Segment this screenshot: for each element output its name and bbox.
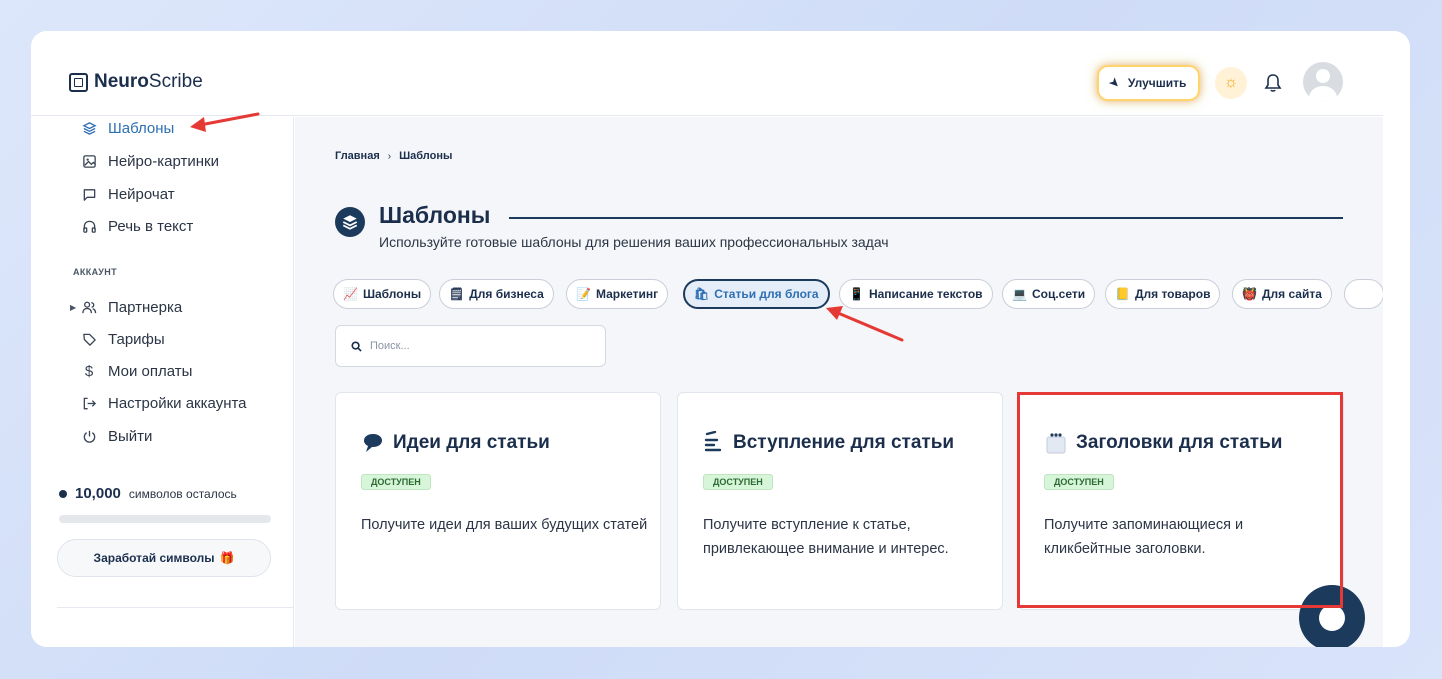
chip-more[interactable]: [1344, 279, 1383, 309]
chip-label: Для сайта: [1261, 287, 1322, 301]
sidebar-item-label: Настройки аккаунта: [108, 394, 247, 412]
sidebar-item-logout[interactable]: Выйти: [81, 425, 152, 447]
text-lines-icon: [704, 431, 722, 452]
chip-label: Для бизнеса: [469, 287, 544, 301]
earn-symbols-button[interactable]: Заработай символы 🎁: [57, 539, 271, 577]
earn-symbols-label: Заработай символы: [93, 551, 215, 565]
chat-icon: [81, 186, 97, 202]
users-icon: [81, 299, 97, 315]
chart-icon: 📈: [343, 287, 358, 301]
chip-label: Соц.сети: [1031, 287, 1086, 301]
shopping-bags-icon: 🛍: [694, 287, 710, 301]
gift-icon: 🎁: [219, 551, 235, 565]
credits-label: символов осталось: [128, 486, 237, 501]
sidebar-item-label: Шаблоны: [108, 119, 175, 137]
sidebar-item-label: Нейро-картинки: [108, 152, 219, 170]
sidebar-item-neuro-chat[interactable]: Нейрочат: [81, 183, 175, 205]
status-badge: ДОСТУПЕН: [703, 474, 773, 490]
sidebar-item-label: Мои оплаты: [108, 362, 193, 380]
laptop-icon: 💻: [1012, 287, 1027, 301]
notifications-button[interactable]: [1259, 69, 1287, 97]
template-card-article-intro[interactable]: Вступление для статьи ДОСТУПЕН Получите …: [677, 392, 1003, 610]
layers-icon: [335, 207, 365, 237]
annotation-highlight-box: [1017, 392, 1343, 608]
breadcrumb-current: Шаблоны: [399, 150, 453, 162]
sidebar-item-payments[interactable]: $ Мои оплаты: [81, 360, 193, 382]
notepad-icon: 🗒: [449, 287, 465, 301]
logout-icon: [81, 395, 97, 411]
layers-icon: [81, 120, 97, 136]
power-icon: [81, 428, 97, 444]
search-box[interactable]: [335, 325, 606, 367]
chip-label: Для товаров: [1134, 287, 1211, 301]
chip-social[interactable]: 💻 Соц.сети: [1002, 279, 1096, 309]
sidebar-item-neuro-images[interactable]: Нейро-картинки: [81, 150, 219, 172]
chip-marketing[interactable]: 📝 Маркетинг: [566, 279, 669, 309]
top-header: NeuroScribe ➤ Улучшить ☼: [31, 31, 1383, 116]
brand-logo[interactable]: NeuroScribe: [69, 71, 203, 93]
headphones-icon: [81, 218, 97, 234]
status-badge: ДОСТУПЕН: [361, 474, 431, 490]
search-input[interactable]: [370, 340, 590, 352]
sun-icon: ☼: [1223, 74, 1239, 91]
logo-icon: [69, 72, 88, 92]
brand-name: NeuroScribe: [94, 71, 203, 92]
upgrade-button[interactable]: ➤ Улучшить: [1099, 67, 1199, 99]
sidebar-item-label: Партнерка: [108, 298, 183, 316]
sidebar-item-tariffs[interactable]: Тарифы: [81, 328, 165, 350]
card-title: Вступление для статьи: [703, 431, 954, 455]
breadcrumb: Главная › Шаблоны: [335, 150, 452, 162]
ledger-icon: 📒: [1115, 287, 1130, 301]
chip-label: Написание текстов: [868, 287, 983, 301]
credits-progress-bar: [59, 515, 271, 523]
speech-bubble-icon: [364, 434, 382, 452]
sidebar: Шаблоны Нейро-картинки Нейрочат Речь в т…: [31, 117, 294, 647]
memo-icon: 📝: [576, 287, 591, 301]
card-description: Получите идеи для ваших будущих статей: [361, 517, 648, 533]
sidebar-item-speech-to-text[interactable]: Речь в текст: [81, 215, 193, 237]
breadcrumb-home[interactable]: Главная: [335, 150, 380, 162]
page-subtitle: Используйте готовые шаблоны для решения …: [379, 234, 889, 250]
sidebar-item-label: Выйти: [108, 427, 153, 445]
template-card-article-ideas[interactable]: Идеи для статьи ДОСТУПЕН Получите идеи д…: [335, 392, 661, 610]
chip-label: Маркетинг: [595, 287, 659, 301]
bell-icon: [1264, 74, 1282, 92]
credits-dot: [59, 489, 67, 498]
chip-templates[interactable]: 📈 Шаблоны: [333, 279, 432, 309]
sidebar-item-partners[interactable]: Партнерка: [81, 296, 182, 318]
sidebar-item-label: Речь в текст: [108, 217, 194, 235]
sidebar-divider: [57, 607, 294, 608]
theme-toggle-button[interactable]: ☼: [1215, 67, 1247, 99]
rocket-icon: ➤: [1105, 73, 1124, 92]
chip-text-writing[interactable]: 📱 Написание текстов: [839, 279, 993, 309]
title-divider: [509, 217, 1343, 219]
tag-icon: [81, 331, 97, 347]
page-title: Шаблоны: [379, 202, 491, 228]
sidebar-item-label: Тарифы: [108, 330, 165, 348]
chip-website[interactable]: 👹 Для сайта: [1232, 279, 1332, 309]
category-chips: 📈 Шаблоны 🗒 Для бизнеса 📝 Маркетинг 🛍 Ст…: [333, 279, 1383, 311]
phone-icon: 📱: [849, 287, 864, 301]
user-avatar[interactable]: [1303, 62, 1343, 102]
search-icon: [351, 340, 362, 352]
credits-remaining: 10,000 символов осталось: [59, 485, 237, 502]
image-icon: [81, 153, 97, 169]
card-description: Получите вступление к статье, привлекающ…: [703, 517, 949, 557]
chevron-right-icon: ›: [387, 150, 392, 162]
sidebar-item-templates[interactable]: Шаблоны: [81, 117, 174, 139]
credits-amount: 10,000: [75, 485, 121, 502]
dollar-icon: $: [84, 362, 94, 380]
chip-label: Шаблоны: [362, 287, 422, 301]
upgrade-label: Улучшить: [1127, 76, 1187, 90]
sidebar-item-label: Нейрочат: [108, 185, 175, 203]
chip-blog-articles[interactable]: 🛍 Статьи для блога: [683, 279, 830, 309]
ogre-icon: 👹: [1242, 287, 1257, 301]
chip-business[interactable]: 🗒 Для бизнеса: [439, 279, 554, 309]
chip-label: Статьи для блога: [714, 287, 819, 301]
chip-products[interactable]: 📒 Для товаров: [1105, 279, 1221, 309]
card-title: Идеи для статьи: [361, 431, 550, 455]
sidebar-item-account-settings[interactable]: Настройки аккаунта: [81, 392, 247, 414]
caret-right-icon[interactable]: ▶: [70, 303, 76, 312]
account-section-label: АККАУНТ: [73, 267, 118, 277]
